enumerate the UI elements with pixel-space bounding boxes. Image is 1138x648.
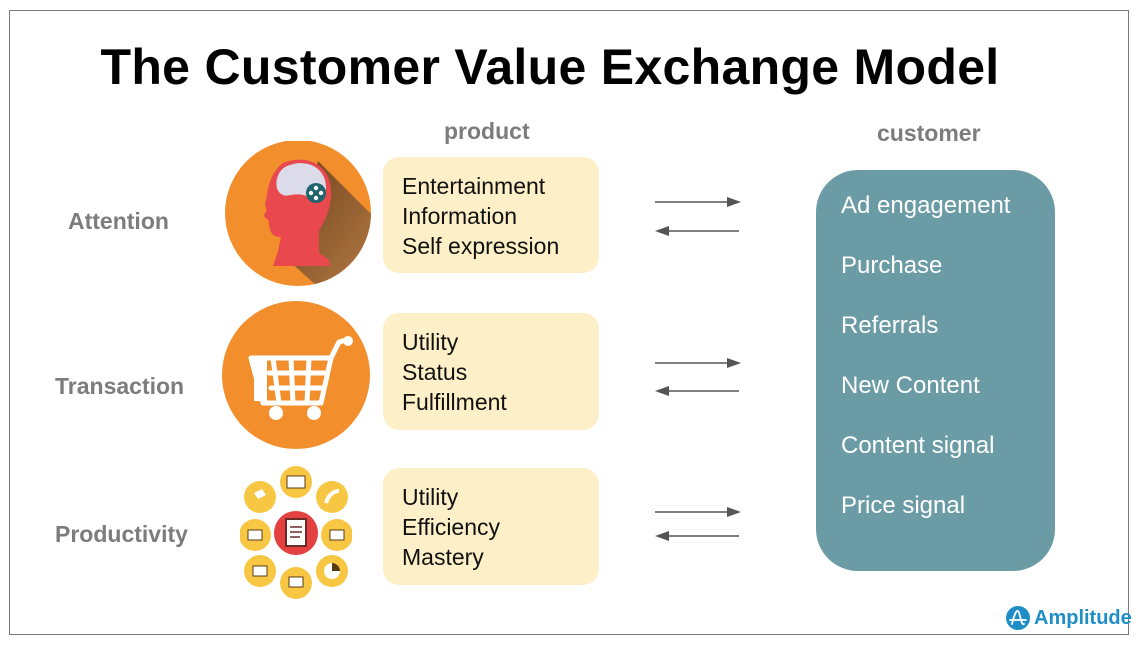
product-box-productivity: Utility Efficiency Mastery [383,468,599,585]
amplitude-logo-icon [1006,606,1030,630]
product-item: Entertainment [402,173,546,199]
arrow-left-icon [655,226,739,236]
customer-item: Price signal [841,492,966,519]
product-box-transaction: Utility Status Fulfillment [383,313,599,430]
amplitude-logo-text: Amplitude [1034,606,1132,629]
arrow-left-icon [655,386,739,396]
row-label-productivity: Productivity [55,521,188,547]
slide-title: The Customer Value Exchange Model [100,39,1000,95]
customer-item: Referrals [841,312,939,339]
product-item: Utility [402,484,459,510]
product-item: Status [402,359,468,385]
row-label-attention: Attention [68,208,169,234]
arrow-left-icon [655,531,739,541]
head-brain-icon [225,141,371,286]
product-item: Information [402,203,518,229]
amplitude-logo: Amplitude [1006,605,1132,631]
product-box-attention: Entertainment Information Self expressio… [383,157,599,273]
customer-item: Purchase [841,252,943,279]
product-column-header: product [444,118,530,144]
product-item: Self expression [402,233,560,259]
productivity-tools-icon [240,466,352,599]
row-label-transaction: Transaction [55,373,185,399]
product-item: Fulfillment [402,389,507,415]
customer-item: New Content [841,372,980,399]
customer-item: Content signal [841,432,995,459]
arrow-right-icon [655,197,741,207]
arrow-right-icon [655,358,741,368]
customer-item: Ad engagement [841,192,1011,219]
customer-column-header: customer [877,120,981,146]
product-item: Utility [402,329,459,355]
product-item: Mastery [402,544,484,570]
shopping-cart-icon [222,301,370,449]
product-item: Efficiency [402,514,501,540]
customer-box: Ad engagement Purchase Referrals New Con… [816,170,1055,571]
arrow-right-icon [655,507,741,517]
